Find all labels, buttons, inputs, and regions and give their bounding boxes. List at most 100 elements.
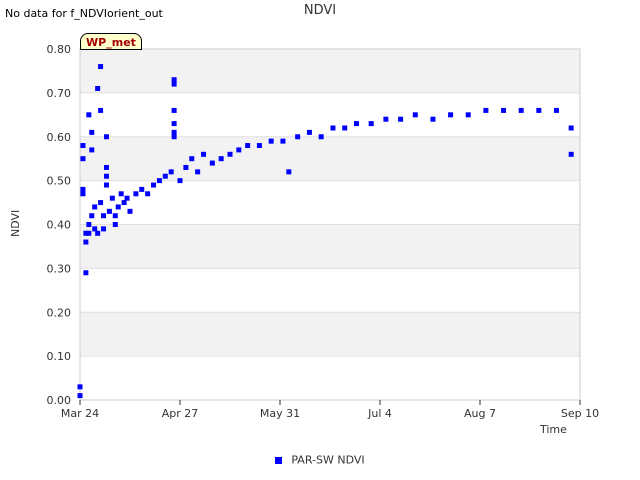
data-point: [171, 129, 177, 135]
y-tick-label: 0.40: [47, 219, 72, 232]
data-point: [80, 186, 86, 192]
data-point: [171, 121, 177, 127]
data-point: [177, 178, 183, 184]
data-point: [171, 81, 177, 87]
data-point: [139, 186, 145, 192]
data-point: [353, 121, 359, 127]
data-point: [77, 393, 83, 399]
data-point: [112, 213, 118, 219]
data-point: [383, 116, 389, 122]
data-point: [268, 138, 274, 144]
legend-label: PAR-SW NDVI: [291, 453, 365, 467]
data-point: [168, 169, 174, 175]
data-point: [103, 182, 109, 188]
data-point: [124, 195, 130, 201]
data-point: [145, 191, 151, 197]
data-point: [103, 164, 109, 170]
y-tick-label: 0.60: [47, 131, 72, 144]
y-tick-label: 0.10: [47, 350, 72, 363]
data-point: [80, 143, 86, 149]
data-point: [89, 147, 95, 153]
data-point: [295, 134, 301, 140]
x-tick-label: Aug 7: [464, 407, 496, 420]
x-tick-label: May 31: [260, 407, 300, 420]
data-point: [318, 134, 324, 140]
data-point: [86, 112, 92, 118]
data-point: [80, 156, 86, 162]
data-point: [103, 134, 109, 140]
data-point: [80, 191, 86, 197]
data-point: [95, 85, 101, 91]
data-point: [195, 169, 201, 175]
data-point: [518, 107, 524, 113]
data-point: [183, 164, 189, 170]
legend: PAR-SW NDVI: [0, 453, 640, 467]
site-tag: WP_met: [80, 33, 142, 50]
data-point: [483, 107, 489, 113]
data-point: [201, 151, 207, 157]
data-point: [342, 125, 348, 131]
grid-band: [80, 224, 580, 269]
data-point: [151, 182, 157, 188]
data-point: [77, 384, 83, 390]
data-point: [118, 191, 124, 197]
data-point: [256, 143, 262, 149]
data-point: [89, 129, 95, 135]
data-point: [95, 230, 101, 236]
grid-band: [80, 49, 580, 93]
data-point: [171, 134, 177, 140]
data-point: [448, 112, 454, 118]
data-point: [133, 191, 139, 197]
data-point: [218, 156, 224, 162]
y-tick-label: 0.30: [47, 262, 72, 275]
data-point: [412, 112, 418, 118]
data-point: [115, 204, 121, 210]
data-point: [112, 222, 118, 227]
x-tick-label: Sep 10: [561, 407, 599, 420]
data-point: [101, 213, 107, 219]
data-point: [171, 107, 177, 113]
data-point: [106, 208, 112, 214]
data-point: [330, 125, 336, 131]
legend-marker: [275, 456, 283, 464]
data-point: [368, 121, 374, 127]
y-tick-label: 0.20: [47, 306, 72, 319]
data-point: [98, 64, 104, 70]
data-point: [227, 151, 233, 157]
data-point: [501, 107, 507, 113]
data-point: [109, 195, 115, 201]
data-point: [465, 112, 471, 118]
data-point: [101, 226, 107, 232]
data-point: [568, 125, 574, 131]
data-point: [86, 222, 92, 227]
x-tick-label: Mar 24: [61, 407, 99, 420]
x-tick-label: Jul 4: [367, 407, 392, 420]
grid-band: [80, 312, 580, 357]
data-point: [430, 116, 436, 122]
data-point: [209, 160, 215, 166]
y-tick-label: 0.70: [47, 87, 72, 100]
grid-band: [80, 136, 580, 181]
data-point: [98, 107, 104, 113]
data-point: [83, 270, 89, 276]
data-point: [92, 226, 98, 232]
data-point: [280, 138, 286, 144]
data-point: [92, 204, 98, 210]
data-point: [553, 107, 559, 113]
data-point: [568, 151, 574, 157]
y-tick-label: 0.50: [47, 175, 72, 188]
data-point: [156, 178, 162, 184]
data-point: [286, 169, 292, 175]
data-point: [236, 147, 242, 153]
data-point: [127, 208, 133, 214]
data-point: [189, 156, 195, 162]
data-point: [171, 77, 177, 83]
y-tick-label: 0.80: [47, 43, 72, 56]
data-point: [306, 129, 312, 135]
data-point: [121, 200, 127, 206]
data-point: [98, 200, 104, 206]
data-point: [245, 143, 251, 149]
data-point: [536, 107, 542, 113]
data-point: [162, 173, 168, 179]
data-point: [89, 213, 95, 219]
